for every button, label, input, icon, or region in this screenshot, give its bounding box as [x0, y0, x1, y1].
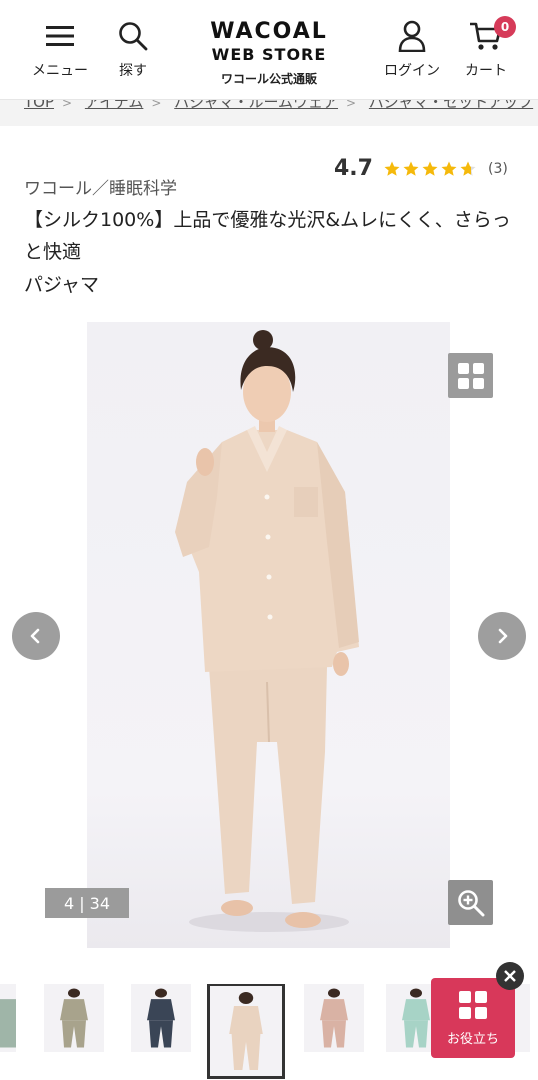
model-photo	[175, 330, 359, 932]
review-count: (3)	[487, 160, 508, 177]
thumbnail-selected[interactable]	[207, 984, 285, 1079]
thumbnail-photo	[147, 988, 175, 1048]
next-image-button[interactable]	[478, 612, 526, 660]
login-button[interactable]: ログイン	[372, 18, 452, 88]
image-counter: 4 | 34	[45, 888, 129, 918]
logo-wacoal: WACOAL	[210, 19, 328, 44]
logo-tagline: ワコール公式通販	[220, 72, 317, 86]
thumbnail[interactable]	[44, 984, 104, 1052]
rating-score: 4.7	[334, 156, 373, 181]
menu-label: メニュー	[32, 63, 88, 79]
cart-count-badge: 0	[494, 16, 516, 38]
breadcrumb-top[interactable]: TOP	[24, 100, 54, 111]
thumbnail-photo	[0, 999, 16, 1048]
user-icon	[394, 18, 430, 54]
product-main-image[interactable]	[87, 322, 450, 948]
grid-icon	[459, 990, 487, 1019]
hamburger-icon	[42, 18, 78, 54]
thumbnail-photo	[229, 992, 263, 1070]
previous-image-button[interactable]	[12, 612, 60, 660]
star-icon	[460, 161, 476, 176]
thumbnail[interactable]	[0, 984, 16, 1052]
breadcrumb-item[interactable]: アイテム	[85, 100, 144, 111]
close-icon	[504, 970, 516, 982]
product-rating[interactable]: 4.7 (3)	[334, 156, 508, 181]
help-button[interactable]: お役立ち	[431, 978, 515, 1058]
rating-stars	[383, 160, 478, 178]
breadcrumb: TOP > アイテム > パジャマ・ルームウェア > パジャマ・セットアップ	[0, 100, 538, 126]
cart-button[interactable]: カート 0	[446, 16, 526, 88]
site-header: メニュー 探す WACOAL WEB STORE ワコール公式通販 ログイン カ…	[0, 0, 538, 100]
login-label: ログイン	[384, 63, 440, 79]
grid-view-button[interactable]	[448, 353, 493, 398]
chevron-left-icon	[30, 628, 40, 644]
search-icon	[115, 18, 151, 54]
site-logo[interactable]: WACOAL WEB STORE ワコール公式通販	[189, 20, 349, 90]
product-brand: ワコール／睡眠科学	[24, 179, 177, 199]
cart-label: カート	[465, 63, 507, 79]
product-category: パジャマ	[24, 274, 100, 296]
breadcrumb-pajama-setup[interactable]: パジャマ・セットアップ	[369, 100, 533, 111]
product-title: 【シルク100%】上品で優雅な光沢&ムレにくく、さらっと快適	[24, 209, 511, 263]
help-label: お役立ち	[446, 1031, 499, 1047]
thumbnail[interactable]	[304, 984, 364, 1052]
menu-button[interactable]: メニュー	[20, 18, 100, 88]
thumbnail-photo	[60, 988, 88, 1048]
thumbnail-photo	[320, 988, 348, 1048]
logo-web-store: WEB STORE	[211, 45, 327, 64]
search-button[interactable]: 探す	[93, 18, 173, 88]
zoom-in-icon	[457, 889, 484, 916]
star-icon	[403, 161, 419, 176]
search-label: 探す	[119, 63, 147, 79]
grid-view-icon	[457, 362, 484, 389]
close-help-button[interactable]	[496, 962, 524, 990]
star-icon	[384, 161, 400, 176]
thumbnail[interactable]	[131, 984, 191, 1052]
breadcrumb-pajama-roomwear[interactable]: パジャマ・ルームウェア	[174, 100, 338, 111]
star-icon	[422, 161, 438, 176]
star-icon	[441, 161, 457, 176]
zoom-button[interactable]	[448, 880, 493, 925]
chevron-right-icon	[498, 628, 508, 644]
